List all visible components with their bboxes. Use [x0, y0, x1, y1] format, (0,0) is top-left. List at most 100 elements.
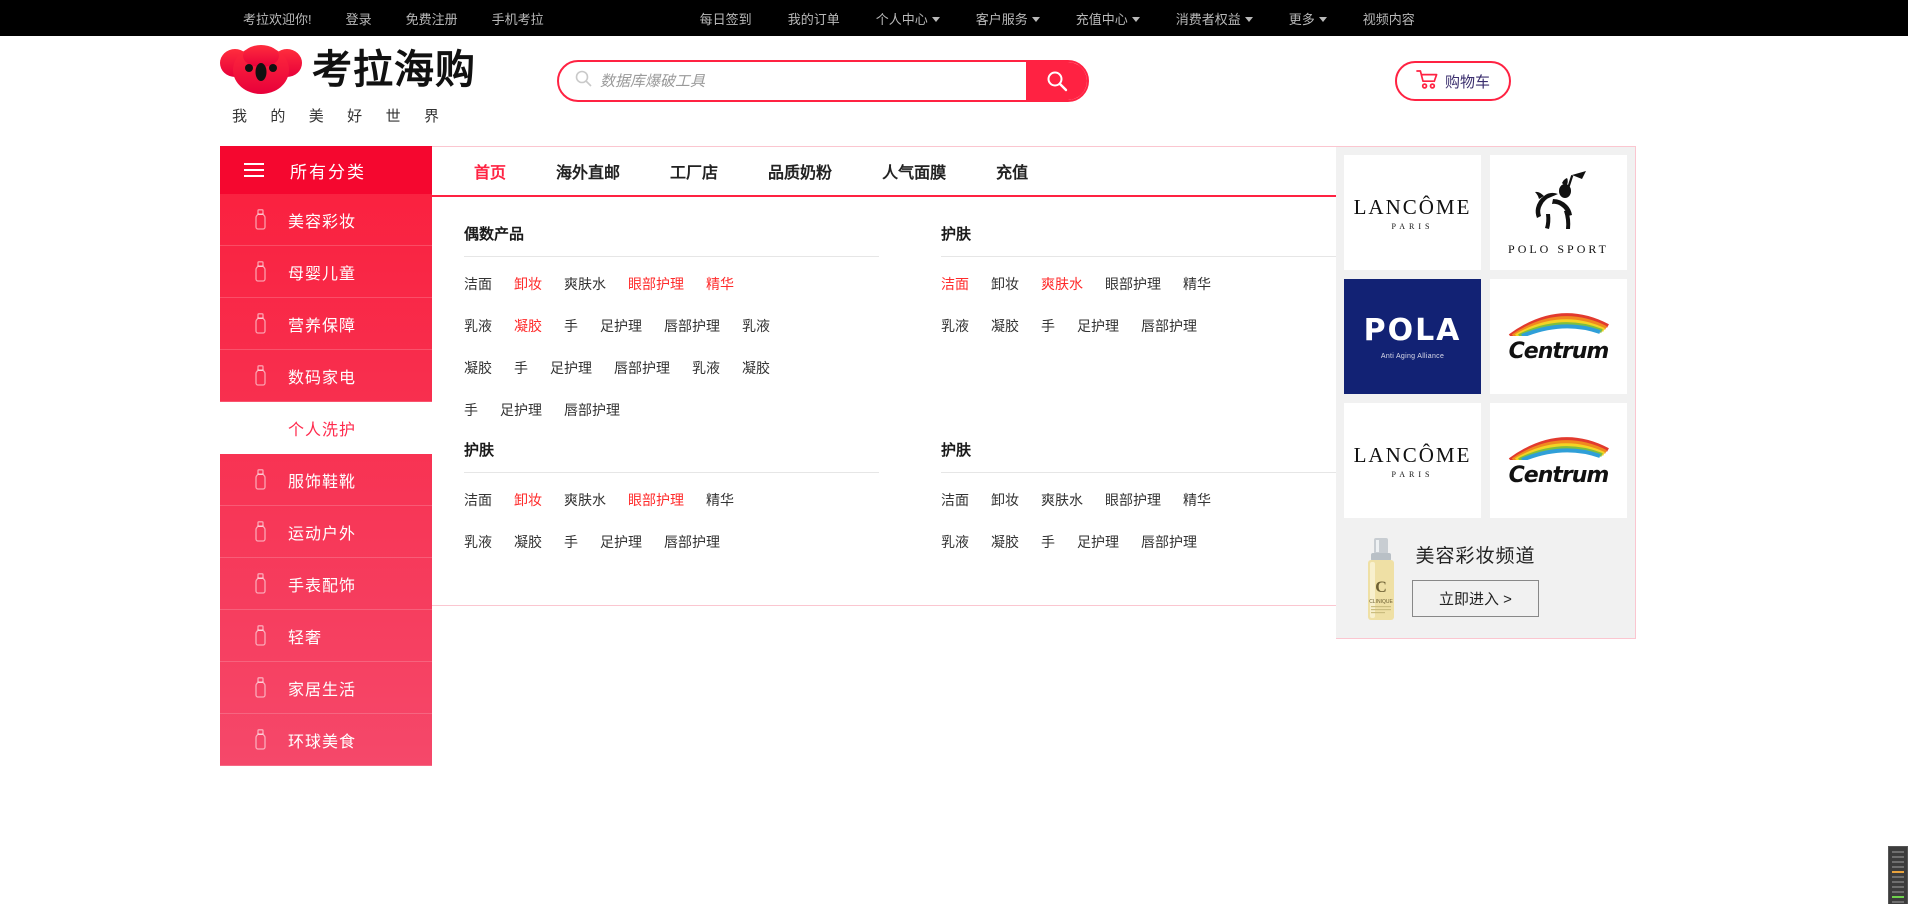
category-link[interactable]: 乳液	[464, 532, 492, 552]
search-submit-button[interactable]	[1026, 62, 1087, 100]
editor-minimap-widget[interactable]	[1888, 846, 1908, 904]
category-link[interactable]: 凝胶	[514, 532, 542, 552]
brand-logo-cell[interactable]: LANCÔME PARIS	[1344, 155, 1481, 270]
brand-logo-cell[interactable]: Centrum	[1490, 403, 1627, 518]
category-link[interactable]: 卸妆	[514, 490, 542, 510]
topbar-item[interactable]: 每日签到	[700, 9, 752, 28]
shopping-cart-label: 购物车	[1444, 73, 1490, 91]
category-link[interactable]: 爽肤水	[564, 274, 606, 294]
category-link[interactable]: 眼部护理	[628, 274, 684, 294]
category-link[interactable]: 眼部护理	[1105, 274, 1161, 294]
sidebar-item-1[interactable]: 母婴儿童	[220, 246, 432, 298]
sidebar-item-10[interactable]: 环球美食	[220, 714, 432, 766]
sidebar-item-6[interactable]: 运动户外	[220, 506, 432, 558]
sidebar-item-0[interactable]: 美容彩妆	[220, 194, 432, 246]
category-link[interactable]: 足护理	[1077, 316, 1119, 336]
logo-block[interactable]: 考拉海购 我 的 美 好 世 界	[220, 44, 490, 126]
category-link[interactable]: 乳液	[464, 316, 492, 336]
category-link[interactable]: 手	[464, 400, 478, 420]
topbar-item-label: 登录	[345, 11, 372, 27]
topbar-item-label: 个人中心	[875, 11, 928, 27]
bottle-icon	[248, 313, 272, 334]
category-link[interactable]: 足护理	[500, 400, 542, 420]
category-link[interactable]: 足护理	[550, 358, 592, 378]
category-link[interactable]: 乳液	[941, 316, 969, 336]
category-link[interactable]: 唇部护理	[1141, 316, 1197, 336]
category-link[interactable]: 手	[1041, 316, 1055, 336]
category-link[interactable]: 手	[1041, 532, 1055, 552]
search-input[interactable]	[600, 62, 1026, 100]
panel-nav-tab-5[interactable]: 充值	[996, 159, 1028, 183]
category-link[interactable]: 凝胶	[742, 358, 770, 378]
promo-banner[interactable]: C CLINIQUE 美容彩妆频道 立即进入 >	[1344, 518, 1627, 638]
sidebar-item-2[interactable]: 营养保障	[220, 298, 432, 350]
panel-nav-tab-0[interactable]: 首页	[474, 159, 506, 183]
panel-nav-tab-1[interactable]: 海外直邮	[556, 159, 620, 183]
category-link[interactable]: 足护理	[600, 532, 642, 552]
category-link[interactable]: 精华	[706, 274, 734, 294]
panel-nav-tab-2[interactable]: 工厂店	[670, 159, 718, 183]
brand-logo-cell[interactable]: Centrum	[1490, 279, 1627, 394]
category-link[interactable]: 精华	[1183, 274, 1211, 294]
category-link[interactable]: 凝胶	[991, 532, 1019, 552]
promo-enter-button[interactable]: 立即进入 >	[1412, 580, 1539, 617]
category-link[interactable]: 爽肤水	[1041, 274, 1083, 294]
category-link[interactable]: 足护理	[600, 316, 642, 336]
sidebar-item-label: 环球美食	[288, 733, 357, 751]
brand-logo-cell[interactable]: LANCÔME PARIS	[1344, 403, 1481, 518]
category-link[interactable]: 乳液	[941, 532, 969, 552]
sidebar-item-8[interactable]: 轻奢	[220, 610, 432, 662]
category-link[interactable]: 唇部护理	[664, 532, 720, 552]
shopping-cart-button[interactable]: 购物车	[1395, 61, 1511, 101]
topbar-item[interactable]: 消费者权益	[1176, 9, 1253, 28]
panel-nav-tab-3[interactable]: 品质奶粉	[768, 159, 832, 183]
topbar-item[interactable]: 考拉欢迎你!	[243, 9, 312, 28]
topbar-item[interactable]: 更多	[1289, 9, 1327, 28]
category-link[interactable]: 唇部护理	[664, 316, 720, 336]
topbar-item[interactable]: 手机考拉	[492, 9, 544, 28]
sidebar-item-5[interactable]: 服饰鞋靴	[220, 454, 432, 506]
category-link[interactable]: 洁面	[464, 490, 492, 510]
sidebar-item-9[interactable]: 家居生活	[220, 662, 432, 714]
hamburger-icon	[244, 163, 264, 177]
category-link[interactable]: 洁面	[941, 274, 969, 294]
category-link[interactable]: 唇部护理	[1141, 532, 1197, 552]
category-link[interactable]: 爽肤水	[1041, 490, 1083, 510]
category-link[interactable]: 手	[564, 316, 578, 336]
category-link[interactable]: 手	[564, 532, 578, 552]
sidebar-item-3[interactable]: 数码家电	[220, 350, 432, 402]
category-link[interactable]: 卸妆	[514, 274, 542, 294]
category-link[interactable]: 乳液	[692, 358, 720, 378]
category-link[interactable]: 凝胶	[514, 316, 542, 336]
category-link[interactable]: 凝胶	[464, 358, 492, 378]
brand-logo-cell[interactable]: POLA Anti Aging Alliance	[1344, 279, 1481, 394]
category-link[interactable]: 精华	[1183, 490, 1211, 510]
category-link[interactable]: 足护理	[1077, 532, 1119, 552]
category-link[interactable]: 卸妆	[991, 490, 1019, 510]
sidebar-item-4[interactable]: 个人洗护	[220, 402, 432, 454]
topbar-item[interactable]: 我的订单	[788, 9, 840, 28]
category-link[interactable]: 乳液	[742, 316, 770, 336]
category-link[interactable]: 唇部护理	[564, 400, 620, 420]
category-link[interactable]: 手	[514, 358, 528, 378]
category-link[interactable]: 眼部护理	[1105, 490, 1161, 510]
topbar-item[interactable]: 登录	[346, 9, 372, 28]
topbar-item[interactable]: 客户服务	[976, 9, 1040, 28]
category-link[interactable]: 凝胶	[991, 316, 1019, 336]
category-link[interactable]: 洁面	[941, 490, 969, 510]
category-link[interactable]: 唇部护理	[614, 358, 670, 378]
topbar-item[interactable]: 充值中心	[1076, 9, 1140, 28]
rainbow-arc-icon	[1508, 312, 1609, 338]
category-link[interactable]: 爽肤水	[564, 490, 606, 510]
category-link[interactable]: 洁面	[464, 274, 492, 294]
category-link[interactable]: 眼部护理	[628, 490, 684, 510]
category-link[interactable]: 精华	[706, 490, 734, 510]
topbar-item[interactable]: 视频内容	[1363, 9, 1415, 28]
topbar-item[interactable]: 免费注册	[406, 9, 458, 28]
category-link[interactable]: 卸妆	[991, 274, 1019, 294]
all-categories-header[interactable]: 所有分类	[220, 146, 432, 194]
panel-nav-tab-4[interactable]: 人气面膜	[882, 159, 946, 183]
topbar-item[interactable]: 个人中心	[876, 9, 940, 28]
brand-logo-cell[interactable]: POLO SPORT	[1490, 155, 1627, 270]
sidebar-item-7[interactable]: 手表配饰	[220, 558, 432, 610]
